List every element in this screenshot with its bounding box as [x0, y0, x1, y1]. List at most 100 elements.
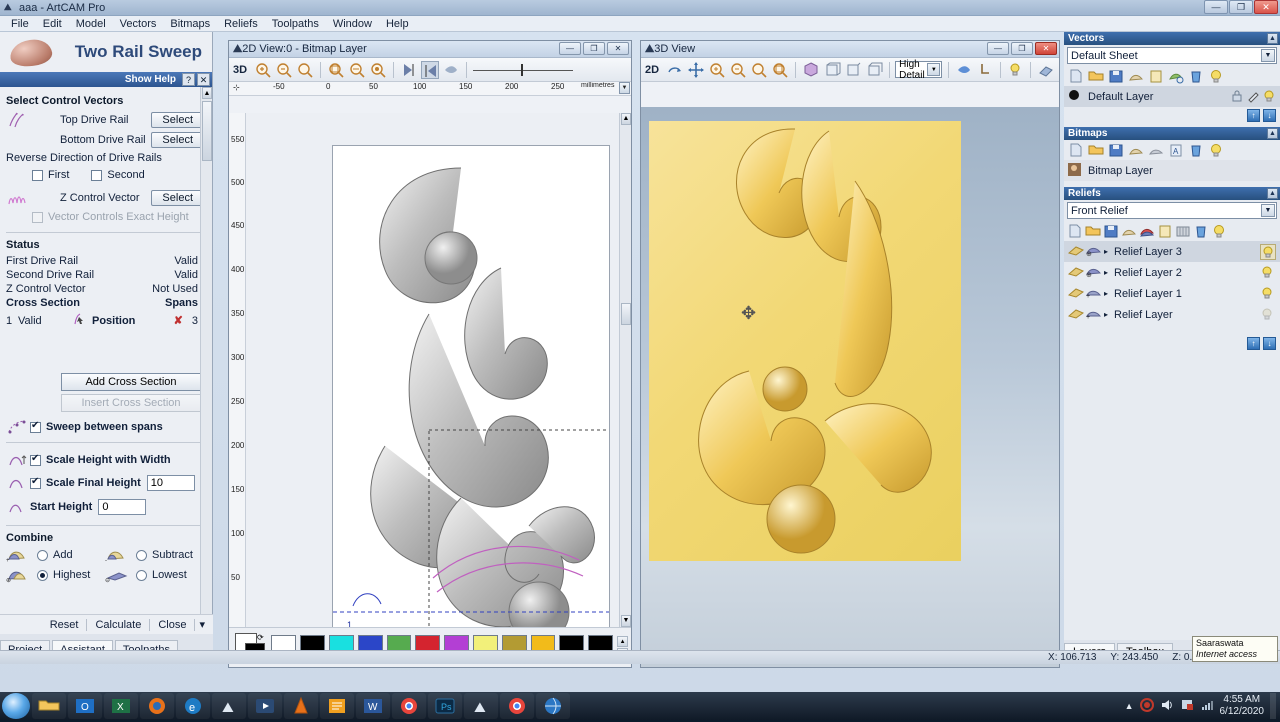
2d-toolbar[interactable]: 3D: [229, 58, 631, 82]
taskbar-item-notes[interactable]: [320, 693, 354, 719]
zoom-out-icon-3d[interactable]: [729, 61, 747, 79]
vectors-move-down-button[interactable]: ↓: [1263, 108, 1276, 122]
bulb-icon-layer[interactable]: [1262, 89, 1276, 105]
vectors-toolbar[interactable]: [1064, 66, 1280, 86]
cross-section-row[interactable]: 1 Valid Position ✘ 3: [6, 311, 198, 330]
rotate-icon[interactable]: [666, 61, 684, 79]
2d-vertical-scrollbar[interactable]: ▲ ▼: [619, 113, 631, 627]
help-button[interactable]: ?: [182, 73, 195, 86]
menu-bar[interactable]: File Edit Model Vectors Bitmaps Reliefs …: [0, 16, 1280, 32]
copy-icon-bitmaps[interactable]: [1127, 142, 1145, 158]
assistant-scrollbar[interactable]: ▲ ▼: [200, 87, 212, 660]
system-tray[interactable]: ▲ 4:55 AM 6/12/2020: [1125, 692, 1276, 720]
vectors-sheet-select[interactable]: Default Sheet ▼: [1067, 47, 1277, 64]
calculate-button[interactable]: Calculate: [87, 618, 151, 631]
relief-select[interactable]: Front Relief ▼: [1067, 202, 1277, 219]
expand-arrow-1[interactable]: ▸: [1104, 289, 1114, 298]
menu-edit[interactable]: Edit: [36, 18, 69, 30]
taskbar-item-outlook[interactable]: O: [68, 693, 102, 719]
switch-to-2d-button[interactable]: 2D: [645, 64, 659, 76]
taskbar-item-artcam2[interactable]: ⛰: [464, 693, 498, 719]
shade-icon-3d[interactable]: [955, 61, 973, 79]
3d-close-button[interactable]: ✕: [1035, 42, 1057, 55]
window-controls[interactable]: — ❐ ✕: [1204, 0, 1278, 14]
start-height-input[interactable]: [98, 499, 147, 515]
reliefs-move-up-button[interactable]: ↑: [1247, 336, 1260, 350]
view-iso-icon[interactable]: [802, 61, 820, 79]
taskbar-item-folder[interactable]: [32, 693, 66, 719]
taskbar-item-artcam[interactable]: ⛰: [212, 693, 246, 719]
vectors-sheet-dropdown-arrow[interactable]: ▼: [1261, 49, 1275, 62]
taskbar-item-vlc[interactable]: [284, 693, 318, 719]
zoom-previous-icon[interactable]: [348, 61, 366, 79]
menu-file[interactable]: File: [4, 18, 36, 30]
light-icon[interactable]: [976, 61, 994, 79]
footer-more-button[interactable]: ▾: [195, 618, 209, 631]
reverse-second-row[interactable]: Second: [91, 166, 145, 184]
bulb-icon-reliefs[interactable]: [1211, 223, 1227, 239]
bitmaps-collapse-button[interactable]: ▲: [1267, 128, 1278, 139]
top-drive-rail-select-button[interactable]: Select: [151, 112, 204, 128]
2d-scroll-down-arrow[interactable]: ▼: [621, 615, 631, 627]
3d-window-controls[interactable]: — ❐ ✕: [987, 42, 1057, 55]
3d-maximize-button[interactable]: ❐: [1011, 42, 1033, 55]
show-help-label[interactable]: Show Help: [125, 74, 176, 85]
scale-height-with-width-checkbox[interactable]: [30, 453, 41, 466]
combine-add-radio[interactable]: [37, 549, 48, 561]
taskbar-item-ie[interactable]: e: [176, 693, 210, 719]
link-icon[interactable]: [1167, 68, 1185, 84]
zoom-selected-icon[interactable]: [369, 61, 387, 79]
vector-layer-row[interactable]: Default Layer: [1064, 86, 1280, 107]
greyscale-icon[interactable]: [1175, 223, 1191, 239]
2d-window-controls[interactable]: — ❐ ✕: [559, 42, 629, 55]
2d-close-button[interactable]: ✕: [607, 42, 629, 55]
scale-final-height-checkbox[interactable]: [30, 476, 41, 489]
expand-arrow-2[interactable]: ▸: [1104, 268, 1114, 277]
taskbar-item-chrome[interactable]: [392, 693, 426, 719]
2d-maximize-button[interactable]: ❐: [583, 42, 605, 55]
combine-lowest-radio[interactable]: [136, 569, 147, 581]
bulb-icon-bitmaps[interactable]: [1207, 142, 1225, 158]
close-button[interactable]: ✕: [1254, 0, 1278, 14]
close-help-button[interactable]: ✕: [197, 73, 210, 86]
scale-final-height-row[interactable]: Scale Final Height: [6, 471, 204, 495]
start-height-row[interactable]: Start Height: [6, 495, 204, 519]
detail-level-dropdown-arrow[interactable]: ▼: [927, 63, 941, 76]
expand-arrow-0[interactable]: ▸: [1104, 310, 1114, 319]
3d-canvas[interactable]: ✥: [641, 107, 1059, 667]
new-icon-bitmaps[interactable]: [1067, 142, 1085, 158]
merge-icon-bitmaps[interactable]: [1147, 142, 1165, 158]
lock-icon[interactable]: [1230, 89, 1244, 105]
start-button[interactable]: [2, 693, 30, 719]
copy-icon[interactable]: [1127, 68, 1145, 84]
menu-window[interactable]: Window: [326, 18, 379, 30]
view-side-icon[interactable]: [844, 61, 862, 79]
2d-artwork-sheet[interactable]: 1 1: [332, 145, 631, 627]
scroll-up-arrow[interactable]: ▲: [202, 87, 212, 99]
add-cross-section-button[interactable]: Add Cross Section: [61, 373, 201, 391]
scale-height-with-width-row[interactable]: Scale Height with Width: [6, 449, 204, 471]
taskbar-item-photoshop[interactable]: Ps: [428, 693, 462, 719]
relief-layer-row-1[interactable]: + ▸ Relief Layer 1: [1064, 283, 1280, 304]
zoom-fit-icon-3d[interactable]: [771, 61, 789, 79]
combine-lowest-row[interactable]: ⊖ Lowest: [105, 567, 204, 584]
taskbar-item-excel[interactable]: X: [104, 693, 138, 719]
pan-icon[interactable]: [687, 61, 705, 79]
bitmap-layer-row[interactable]: Bitmap Layer: [1064, 160, 1280, 181]
palette-scroll-up[interactable]: ▲: [617, 636, 629, 647]
scroll-thumb[interactable]: [202, 101, 212, 161]
edit-icon[interactable]: [1246, 89, 1260, 105]
scale-final-height-input[interactable]: [146, 475, 195, 491]
show-help-bar[interactable]: Show Help ? ✕: [0, 72, 212, 87]
delete-icon[interactable]: [1187, 68, 1205, 84]
open-icon[interactable]: [1087, 68, 1105, 84]
menu-reliefs[interactable]: Reliefs: [217, 18, 265, 30]
2d-canvas[interactable]: 550 500 450 400 350 300 250 200 150 100 …: [229, 113, 631, 627]
network-icon[interactable]: [1200, 698, 1214, 715]
2d-scroll-up-arrow[interactable]: ▲: [621, 113, 631, 125]
eraser-icon[interactable]: [1037, 61, 1055, 79]
reverse-first-checkbox[interactable]: [32, 169, 43, 181]
menu-toolpaths[interactable]: Toolpaths: [265, 18, 326, 30]
menu-bitmaps[interactable]: Bitmaps: [163, 18, 217, 30]
zoom-in-icon[interactable]: [254, 61, 272, 79]
